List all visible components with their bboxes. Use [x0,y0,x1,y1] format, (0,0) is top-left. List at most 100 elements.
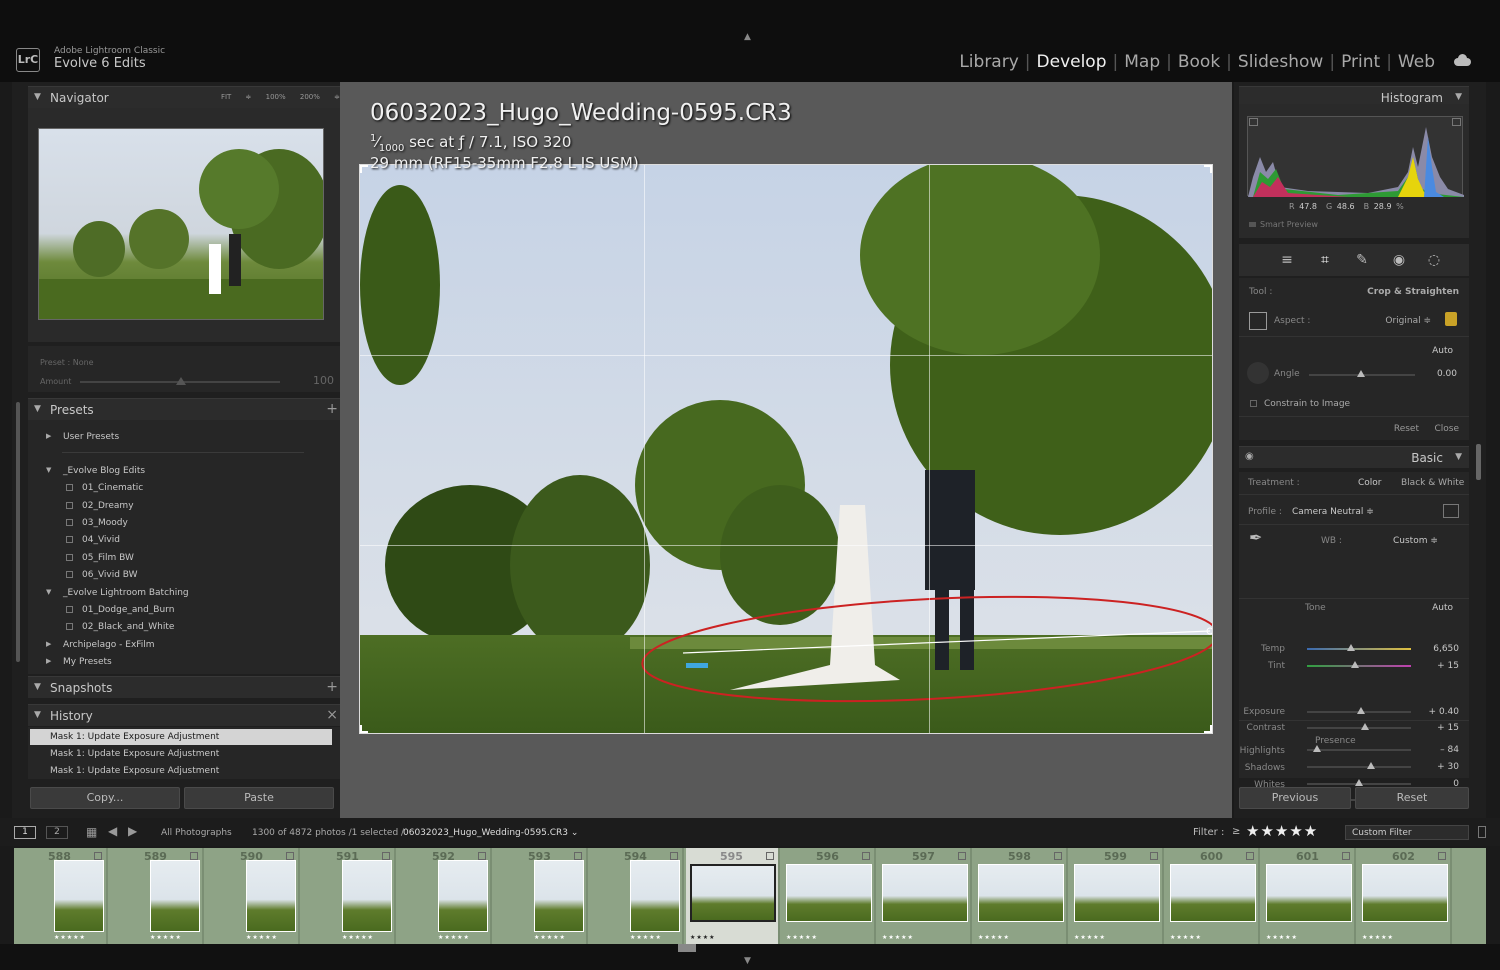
filmstrip-thumbnail[interactable] [786,864,872,922]
preset-item[interactable]: 02_Black_and_White [66,622,174,632]
rating-stars[interactable]: ★★★★★ [786,934,818,941]
slider-knob-tint[interactable] [1350,661,1359,668]
filmstrip-scrollbar[interactable] [678,944,696,952]
slider-value-tint[interactable]: + 15 [1437,661,1459,671]
crop-reset-button[interactable]: Reset [1394,424,1419,434]
slider-value-highlights[interactable]: – 84 [1440,745,1459,755]
flag-icon[interactable] [382,852,390,860]
add-snapshot-icon[interactable]: + [326,679,338,695]
flag-icon[interactable] [1342,852,1350,860]
flag-icon[interactable] [1438,852,1446,860]
filmstrip-cell[interactable]: 594 ★★★★★ [590,848,684,944]
zoom-200[interactable]: 200% ≑ [300,93,340,101]
flag-icon[interactable] [862,852,870,860]
module-slideshow[interactable]: Slideshow [1235,52,1326,72]
module-web[interactable]: Web [1395,52,1438,72]
clear-history-icon[interactable]: × [326,707,338,723]
expand-triangle-icon[interactable]: ▶ [46,640,51,648]
crop-close-button[interactable]: Close [1434,424,1459,434]
filmstrip-cell[interactable]: 592 ★★★★★ [398,848,492,944]
slider-value-exposure[interactable]: + 0.40 [1429,707,1459,717]
filmstrip-thumbnail[interactable] [1170,864,1256,922]
add-preset-icon[interactable]: + [326,401,338,417]
sliders-icon[interactable]: ≡ [1279,252,1295,268]
rating-stars[interactable]: ★★★★★ [882,934,914,941]
preset-item[interactable]: 05_Film BW [66,553,134,563]
filmstrip-thumbnail[interactable] [690,864,776,922]
filmstrip-cell[interactable]: 593 ★★★★★ [494,848,588,944]
filmstrip-cell[interactable]: 591 ★★★★★ [302,848,396,944]
filmstrip-cell[interactable]: 588 ★★★★★ [14,848,108,944]
slider-value-shadows[interactable]: + 30 [1437,762,1459,772]
rating-stars[interactable]: ★★★★★ [1074,934,1106,941]
basic-header[interactable]: ◉ Basic ▼ [1239,446,1469,468]
filmstrip-thumbnail[interactable] [438,860,488,932]
slider-knob-contrast[interactable] [1361,723,1370,730]
rating-stars[interactable]: ★★★★★ [534,934,566,941]
crop-handle[interactable] [1204,725,1212,733]
crop-handle[interactable] [360,165,368,173]
flag-icon[interactable] [574,852,582,860]
aspect-dropdown[interactable]: Original ≑ [1385,316,1431,326]
zoom-fit[interactable]: FIT ≑ [221,93,251,101]
treatment-color[interactable]: Color [1358,478,1382,488]
history-step[interactable]: Mask 1: Update Exposure Adjustment [30,763,332,779]
masking-icon[interactable]: ◌ [1426,252,1442,268]
filmstrip-cell[interactable]: 590 ★★★★★ [206,848,300,944]
flag-icon[interactable] [1246,852,1254,860]
filmstrip-thumbnail[interactable] [534,860,584,932]
rating-stars[interactable]: ★★★★★ [1170,934,1202,941]
straighten-tool-icon[interactable] [1247,362,1269,384]
crop-handle[interactable] [360,725,368,733]
filter-stars[interactable]: ★★★★★ [1246,822,1318,840]
module-map[interactable]: Map [1121,52,1163,72]
catalog-name[interactable]: Evolve 6 Edits [54,56,146,71]
filmstrip-cell[interactable]: 589 ★★★★★ [110,848,204,944]
rating-stars[interactable]: ★★★★★ [1362,934,1394,941]
rating-stars[interactable]: ★★★★★ [150,934,182,941]
flag-icon[interactable] [1054,852,1062,860]
flag-icon[interactable] [286,852,294,860]
navigator-header[interactable]: ▼ Navigator FIT ≑ 100% 200% ≑ [28,86,344,108]
collapse-bottom-icon[interactable]: ▼ [744,956,751,966]
filmstrip-cell[interactable]: 600 ★★★★★ [1166,848,1260,944]
rating-stars[interactable]: ★★★★★ [342,934,374,941]
collapse-triangle-icon[interactable]: ▼ [46,466,51,474]
flag-icon[interactable] [94,852,102,860]
profile-browser-icon[interactable] [1443,504,1459,518]
expand-triangle-icon[interactable]: ▶ [46,432,51,440]
filmstrip-thumbnail[interactable] [54,860,104,932]
flag-icon[interactable] [1150,852,1158,860]
filter-operator[interactable]: ≥ [1232,826,1240,837]
filmstrip-cell[interactable]: 598 ★★★★★ [974,848,1068,944]
filmstrip-thumbnail[interactable] [246,860,296,932]
preset-item[interactable]: 04_Vivid [66,535,120,545]
filmstrip-cell[interactable]: 597 ★★★★★ [878,848,972,944]
slider-value-temp[interactable]: 6,650 [1433,644,1459,654]
slider-temp[interactable] [1307,648,1411,650]
red-eye-icon[interactable]: ◉ [1391,252,1407,268]
zoom-100[interactable]: 100% [266,93,286,101]
module-print[interactable]: Print [1338,52,1383,72]
rating-stars[interactable]: ★★★★★ [1266,934,1298,941]
profile-dropdown[interactable]: Camera Neutral ≑ [1292,507,1374,517]
preset-group[interactable]: _Evolve Blog Edits [63,466,145,476]
highlight-clipping-icon[interactable] [1452,118,1461,126]
treatment-bw[interactable]: Black & White [1401,478,1464,488]
paste-button[interactable]: Paste [184,787,334,809]
eyedropper-icon[interactable]: ✒ [1249,528,1262,547]
shadow-clipping-icon[interactable] [1249,118,1258,126]
filter-lock-icon[interactable] [1478,826,1486,838]
module-library[interactable]: Library [956,52,1021,72]
slider-contrast[interactable] [1307,727,1411,729]
auto-straighten-button[interactable]: Auto [1432,346,1453,356]
crop-frame-icon[interactable] [1249,312,1267,330]
flag-icon[interactable] [670,852,678,860]
slider-highlights[interactable] [1307,749,1411,751]
crop-handle[interactable] [1204,165,1212,173]
copy-button[interactable]: Copy... [30,787,180,809]
collapse-triangle-icon[interactable]: ▼ [46,588,51,596]
slider-knob-whites[interactable] [1355,779,1363,786]
rating-stars[interactable]: ★★★★★ [438,934,470,941]
slider-knob-temp[interactable] [1346,644,1355,651]
